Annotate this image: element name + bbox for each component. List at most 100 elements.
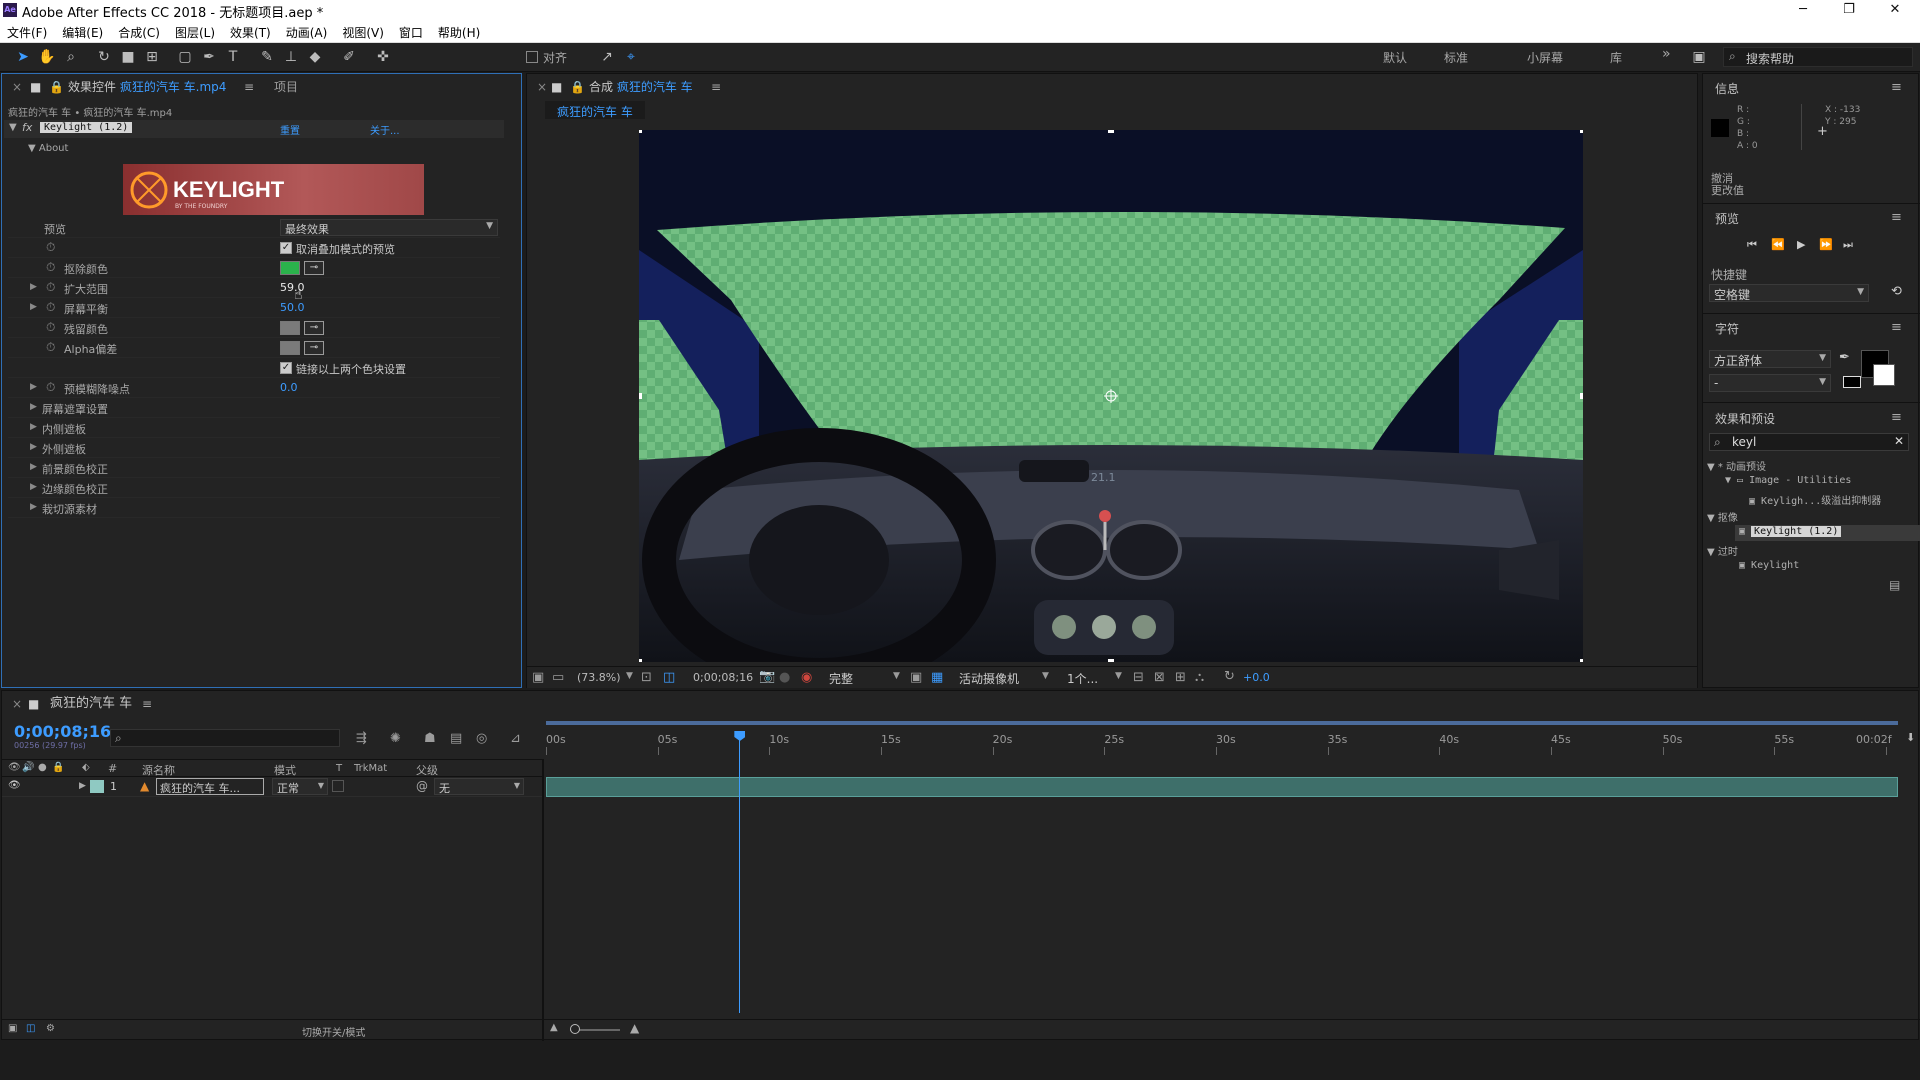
tree-item-keying[interactable]: ▼ 抠像 [1707,509,1738,524]
next-frame-icon[interactable]: ⏩ [1819,238,1833,251]
viewer-timecode[interactable]: 0;00;08;16 [693,671,753,684]
unpremultiply-checkbox[interactable]: ✓ [280,242,292,254]
reset-exposure-icon[interactable]: ↻ [1224,669,1235,684]
alpha-bias-swatch[interactable] [280,341,300,355]
menu-view[interactable]: 视图(V) [335,21,392,41]
eyedropper-icon[interactable]: ⊸ [304,341,324,355]
project-tab[interactable]: 项目 [274,74,298,100]
eyedropper-icon[interactable]: ✒ [1839,350,1850,365]
panel-options-icon[interactable]: ≡ [1891,320,1902,335]
snap-options-icon[interactable]: ⌖ [622,48,640,66]
eraser-tool-icon[interactable]: ◆ [306,48,324,66]
composition-tab[interactable]: 合成 疯狂的汽车 车 [589,74,693,100]
motion-blur-icon[interactable]: ◎ [476,731,487,746]
font-style-dropdown[interactable]: - ▼ [1709,374,1831,392]
menu-animation[interactable]: 动画(A) [279,21,336,41]
bounding-handle[interactable] [1580,659,1583,662]
workspace-standard[interactable]: 标准 [1444,49,1468,66]
pickwhip-icon[interactable]: @ [416,779,428,793]
draft-3d-icon[interactable]: ✺ [390,731,401,746]
snap-icon[interactable]: ↗ [598,48,616,66]
layer-visibility-icon[interactable]: 👁 [8,780,21,791]
end-marker-icon[interactable]: ⬇ [1906,731,1915,744]
twirl-closed-icon[interactable]: ▶ [79,781,86,791]
play-icon[interactable]: ▶ [1797,238,1805,251]
panel-options-icon[interactable]: ≡ [244,74,254,100]
effect-controls-tab[interactable]: 效果控件 疯狂的汽车 车.mp4 [68,74,226,100]
work-area-bar[interactable] [546,721,1898,725]
minimize-button[interactable]: ─ [1780,0,1826,21]
despill-bias-swatch[interactable] [280,321,300,335]
flowchart-icon[interactable]: ⛬ [1195,670,1204,685]
shortcut-dropdown[interactable]: 空格键 ▼ [1709,284,1869,302]
selection-tool-icon[interactable]: ➤ [14,48,32,66]
stopwatch-icon[interactable]: ⏱ [46,280,55,295]
timeline-icon[interactable]: ⊞ [1175,670,1186,685]
brush-tool-icon[interactable]: ✎ [258,48,276,66]
timeline-tab[interactable]: 疯狂的汽车 车 [50,691,132,717]
stopwatch-icon[interactable]: ⏱ [46,260,55,275]
snapshot-icon[interactable]: 📷 [759,669,775,684]
chevron-down-icon[interactable]: ▼ [626,671,633,681]
workspace-libraries[interactable]: 库 [1610,49,1622,66]
fit-icon[interactable]: ⊡ [641,670,652,685]
zoom-out-icon[interactable]: ▲ [550,1022,558,1033]
menu-window[interactable]: 窗口 [392,21,431,41]
resolution-dropdown[interactable]: 完整 [829,670,853,687]
prematte-blur-value[interactable]: 0.0 [280,381,298,394]
trkmat-box[interactable] [332,780,344,792]
group-row[interactable]: ▶ 外侧遮板 [8,438,500,458]
shy-layers-icon[interactable]: ☗ [424,731,436,746]
layer-switches-icon[interactable]: ▣ [8,1023,17,1034]
previous-frame-icon[interactable]: ⏪ [1771,238,1785,251]
twirl-closed-icon[interactable]: ▶ [30,382,37,392]
timeline-splitter[interactable] [542,759,544,1041]
lock-icon[interactable]: 🔒 [52,762,64,773]
layer-mode-dropdown[interactable]: 正常 ▼ [272,778,328,795]
align-checkbox[interactable] [526,51,538,63]
playhead[interactable] [734,731,746,1013]
group-row[interactable]: ▶ 屏幕遮罩设置 [8,398,500,418]
camera-dropdown[interactable]: 活动摄像机 [959,670,1019,687]
layer-row[interactable]: 👁 ▶ 1 ▲ 疯狂的汽车 车... 正常 ▼ @ 无 ▼ [2,777,542,797]
tree-item-obsolete[interactable]: ▼ 过时 [1707,543,1738,558]
fx-icon[interactable]: fx [22,121,32,134]
font-family-dropdown[interactable]: 方正舒体 ▼ [1709,350,1831,368]
tree-item-image-utilities[interactable]: ▼ ▭ Image - Utilities [1725,475,1851,486]
stopwatch-icon[interactable]: ⏱ [46,340,55,355]
timeline-timecode[interactable]: 0;00;08;16 [14,722,111,741]
layer-label-color[interactable] [90,780,104,793]
pen-tool-icon[interactable]: ✒ [200,48,218,66]
menu-edit[interactable]: 编辑(E) [55,21,111,41]
roto-brush-tool-icon[interactable]: ✐ [340,48,358,66]
twirl-closed-icon[interactable]: ▶ [30,302,37,312]
eyedropper-icon[interactable]: ⊸ [304,261,324,275]
tree-item-keylight-1-2[interactable]: ▣ Keylight (1.2) [1739,526,1842,537]
channel-icon[interactable]: ◉ [801,670,812,685]
toggle-pixel-aspect-icon[interactable]: ⊟ [1133,670,1144,685]
panel-options-icon[interactable]: ≡ [1891,210,1902,225]
group-row[interactable]: ▶ 边缘颜色校正 [8,478,500,498]
panel-menu-icon[interactable]: ■ [30,74,41,100]
panel-options-icon[interactable]: ≡ [142,691,152,717]
new-preset-icon[interactable]: ▤ [1889,578,1900,592]
rectangle-tool-icon[interactable]: ▢ [176,48,194,66]
always-preview-icon[interactable]: ▣ [532,670,544,685]
zoom-tool-icon[interactable]: ⌕ [62,48,80,66]
tree-item-keylight[interactable]: ▣ Keylight [1739,560,1799,571]
column-source-name[interactable]: 源名称 [142,762,175,778]
first-frame-icon[interactable]: ⏮ [1747,238,1757,252]
twirl-open-icon[interactable]: ▼ [9,122,17,133]
rotate-tool-icon[interactable]: ↻ [95,48,113,66]
lock-icon[interactable]: 🔒 [49,74,64,100]
zoom-in-icon[interactable]: ▲ [630,1021,639,1035]
time-ruler[interactable]: 00s 05s 10s 15s 20s 25s 30s 35s 40s 45s 50s 55s 00:0… [546,721,1906,771]
zoom-level[interactable]: (73.8%) [577,671,621,684]
lock-icon[interactable]: 🔒 [570,74,585,100]
close-panel-icon[interactable]: × [537,74,547,100]
effect-name[interactable]: Keylight (1.2) [40,122,133,133]
panel-options-icon[interactable]: ≡ [711,74,721,100]
screen-colour-swatch[interactable] [280,261,300,275]
tree-item-animation-presets[interactable]: ▼ * 动画预设 [1707,458,1766,473]
video-visibility-icon[interactable]: 👁 [8,762,21,773]
